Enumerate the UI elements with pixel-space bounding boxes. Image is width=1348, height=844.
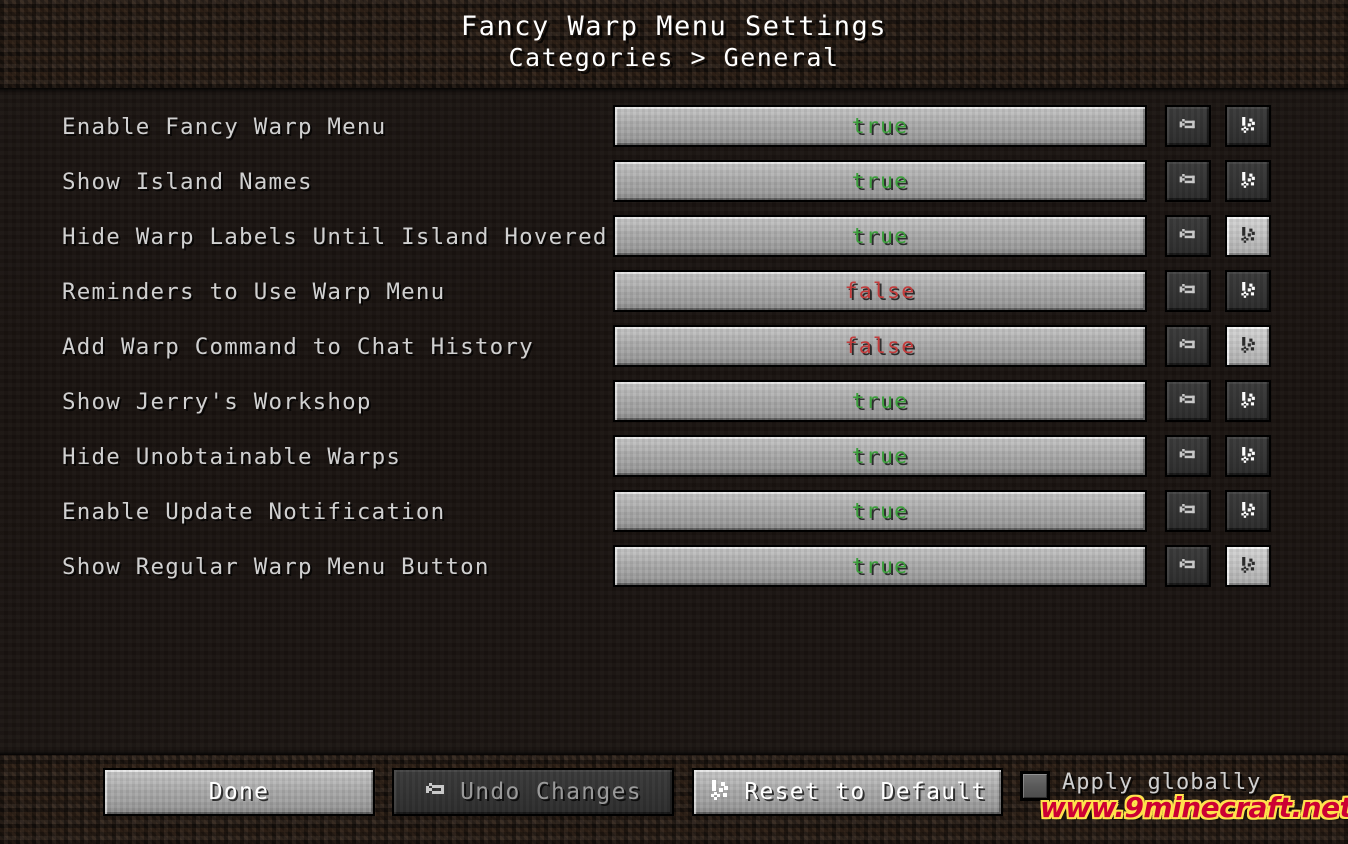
undo-arrow-icon — [1178, 228, 1198, 245]
setting-label: Hide Warp Labels Until Island Hovered — [62, 224, 608, 250]
setting-row: Hide Unobtainable Warps true — [0, 435, 1348, 479]
setting-value-text: false — [844, 333, 916, 359]
setting-value-text: true — [851, 168, 909, 194]
setting-value-text: true — [851, 443, 909, 469]
setting-undo-button[interactable] — [1165, 325, 1211, 367]
reset-broom-icon — [1239, 226, 1258, 247]
undo-arrow-icon — [1178, 393, 1198, 410]
reset-broom-icon — [708, 779, 732, 805]
reset-broom-icon — [1239, 171, 1258, 192]
setting-undo-button[interactable] — [1165, 105, 1211, 147]
undo-changes-label: Undo Changes — [460, 779, 642, 805]
done-button[interactable]: Done — [103, 768, 375, 816]
done-button-label: Done — [208, 779, 270, 805]
setting-value-button[interactable]: true — [613, 380, 1147, 422]
reset-broom-icon — [1239, 281, 1258, 302]
setting-undo-button[interactable] — [1165, 380, 1211, 422]
reset-broom-icon — [1239, 391, 1258, 412]
undo-arrow-icon — [424, 782, 448, 802]
undo-arrow-icon — [1178, 338, 1198, 355]
setting-undo-button[interactable] — [1165, 160, 1211, 202]
setting-label: Reminders to Use Warp Menu — [62, 279, 446, 305]
reset-to-default-label: Reset to Default — [744, 779, 987, 805]
apply-globally-checkbox[interactable] — [1020, 771, 1050, 801]
setting-reset-button[interactable] — [1225, 545, 1271, 587]
setting-row: Enable Update Notification true — [0, 490, 1348, 534]
setting-value-button[interactable]: true — [613, 490, 1147, 532]
reset-broom-icon — [1239, 556, 1258, 577]
setting-label: Enable Fancy Warp Menu — [62, 114, 387, 140]
setting-reset-button[interactable] — [1225, 325, 1271, 367]
setting-row: Show Regular Warp Menu Button true — [0, 545, 1348, 589]
setting-undo-button[interactable] — [1165, 435, 1211, 477]
setting-undo-button[interactable] — [1165, 215, 1211, 257]
setting-value-button[interactable]: true — [613, 105, 1147, 147]
setting-reset-button[interactable] — [1225, 490, 1271, 532]
setting-label: Show Island Names — [62, 169, 313, 195]
reset-broom-icon — [1239, 336, 1258, 357]
reset-broom-icon — [1239, 501, 1258, 522]
setting-undo-button[interactable] — [1165, 270, 1211, 312]
setting-row: Show Island Names true — [0, 160, 1348, 204]
header-dirt-background — [0, 0, 1348, 88]
undo-arrow-icon — [1178, 283, 1198, 300]
setting-label: Show Regular Warp Menu Button — [62, 554, 490, 580]
undo-arrow-icon — [1178, 118, 1198, 135]
setting-reset-button[interactable] — [1225, 435, 1271, 477]
setting-value-text: true — [851, 388, 909, 414]
setting-row: Add Warp Command to Chat History false — [0, 325, 1348, 369]
setting-value-button[interactable]: true — [613, 435, 1147, 477]
setting-value-text: false — [844, 278, 916, 304]
setting-label: Add Warp Command to Chat History — [62, 334, 534, 360]
setting-value-button[interactable]: false — [613, 325, 1147, 367]
setting-row: Reminders to Use Warp Menu false — [0, 270, 1348, 314]
setting-reset-button[interactable] — [1225, 160, 1271, 202]
reset-to-default-button[interactable]: Reset to Default — [692, 768, 1003, 816]
undo-arrow-icon — [1178, 173, 1198, 190]
setting-undo-button[interactable] — [1165, 490, 1211, 532]
setting-value-button[interactable]: true — [613, 215, 1147, 257]
undo-arrow-icon — [1178, 503, 1198, 520]
setting-label: Hide Unobtainable Warps — [62, 444, 402, 470]
setting-value-text: true — [851, 223, 909, 249]
setting-value-button[interactable]: true — [613, 545, 1147, 587]
minecraft-settings-screen: Fancy Warp Menu Settings Categories > Ge… — [0, 0, 1348, 844]
undo-arrow-icon — [1178, 558, 1198, 575]
bottom-toolbar: Done Undo Changes Reset to Default Apply… — [0, 755, 1348, 844]
setting-value-text: true — [851, 113, 909, 139]
setting-label: Show Jerry's Workshop — [62, 389, 372, 415]
setting-reset-button[interactable] — [1225, 215, 1271, 257]
reset-broom-icon — [1239, 446, 1258, 467]
apply-globally-control[interactable]: Apply globally — [1020, 770, 1261, 801]
setting-value-button[interactable]: false — [613, 270, 1147, 312]
setting-reset-button[interactable] — [1225, 105, 1271, 147]
reset-broom-icon — [1239, 116, 1258, 137]
apply-globally-label: Apply globally — [1062, 770, 1262, 795]
undo-arrow-icon — [1178, 448, 1198, 465]
setting-row: Hide Warp Labels Until Island Hovered tr… — [0, 215, 1348, 259]
setting-row: Enable Fancy Warp Menu true — [0, 105, 1348, 149]
undo-changes-button[interactable]: Undo Changes — [392, 768, 674, 816]
setting-value-text: true — [851, 553, 909, 579]
setting-reset-button[interactable] — [1225, 270, 1271, 312]
setting-label: Enable Update Notification — [62, 499, 446, 525]
setting-reset-button[interactable] — [1225, 380, 1271, 422]
setting-row: Show Jerry's Workshop true — [0, 380, 1348, 424]
setting-undo-button[interactable] — [1165, 545, 1211, 587]
setting-value-button[interactable]: true — [613, 160, 1147, 202]
setting-value-text: true — [851, 498, 909, 524]
